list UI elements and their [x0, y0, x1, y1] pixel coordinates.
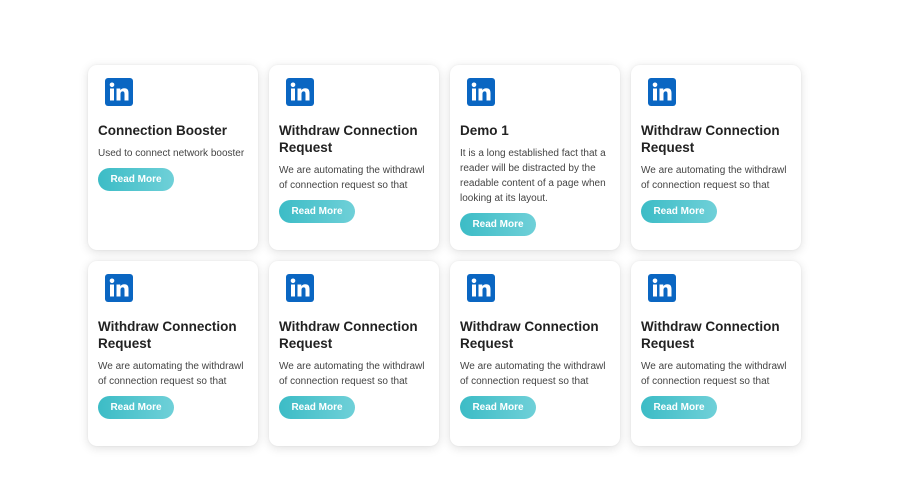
linkedin-icon — [648, 274, 676, 302]
linkedin-icon — [648, 78, 676, 106]
card-description: We are automating the withdrawl of conne… — [98, 361, 244, 387]
automation-card: Withdraw Connection Request We are autom… — [269, 261, 439, 446]
card-title: Withdraw Connection Request — [98, 319, 237, 351]
read-more-button[interactable]: Read More — [279, 396, 355, 419]
automation-card: Withdraw Connection Request We are autom… — [450, 261, 620, 446]
card-title: Withdraw Connection Request — [279, 319, 418, 351]
card-title: Withdraw Connection Request — [279, 123, 418, 155]
read-more-button[interactable]: Read More — [460, 396, 536, 419]
automation-card: Connection Booster Used to connect netwo… — [88, 65, 258, 250]
read-more-button[interactable]: Read More — [460, 213, 536, 236]
card-description: We are automating the withdrawl of conne… — [641, 361, 787, 387]
read-more-button[interactable]: Read More — [641, 200, 717, 223]
linkedin-icon — [286, 78, 314, 106]
card-title: Demo 1 — [460, 123, 509, 138]
automation-card: Withdraw Connection Request We are autom… — [631, 65, 801, 250]
read-more-button[interactable]: Read More — [98, 396, 174, 419]
card-title: Withdraw Connection Request — [460, 319, 599, 351]
card-description: We are automating the withdrawl of conne… — [460, 361, 606, 387]
card-title: Connection Booster — [98, 123, 228, 138]
read-more-button[interactable]: Read More — [279, 200, 355, 223]
card-title: Withdraw Connection Request — [641, 123, 780, 155]
automation-card-grid: Connection Booster Used to connect netwo… — [88, 65, 801, 446]
read-more-button[interactable]: Read More — [98, 168, 174, 191]
automation-card: Demo 1 It is a long established fact tha… — [450, 65, 620, 250]
automation-card: Withdraw Connection Request We are autom… — [88, 261, 258, 446]
linkedin-icon — [286, 274, 314, 302]
linkedin-icon — [105, 274, 133, 302]
automation-card: Withdraw Connection Request We are autom… — [269, 65, 439, 250]
card-title: Withdraw Connection Request — [641, 319, 780, 351]
read-more-button[interactable]: Read More — [641, 396, 717, 419]
card-description: We are automating the withdrawl of conne… — [641, 165, 787, 191]
card-description: We are automating the withdrawl of conne… — [279, 165, 425, 191]
linkedin-icon — [467, 274, 495, 302]
card-description: We are automating the withdrawl of conne… — [279, 361, 425, 387]
linkedin-icon — [467, 78, 495, 106]
automation-card: Withdraw Connection Request We are autom… — [631, 261, 801, 446]
card-description: It is a long established fact that a rea… — [460, 148, 606, 204]
linkedin-icon — [105, 78, 133, 106]
card-description: Used to connect network booster — [98, 148, 245, 159]
